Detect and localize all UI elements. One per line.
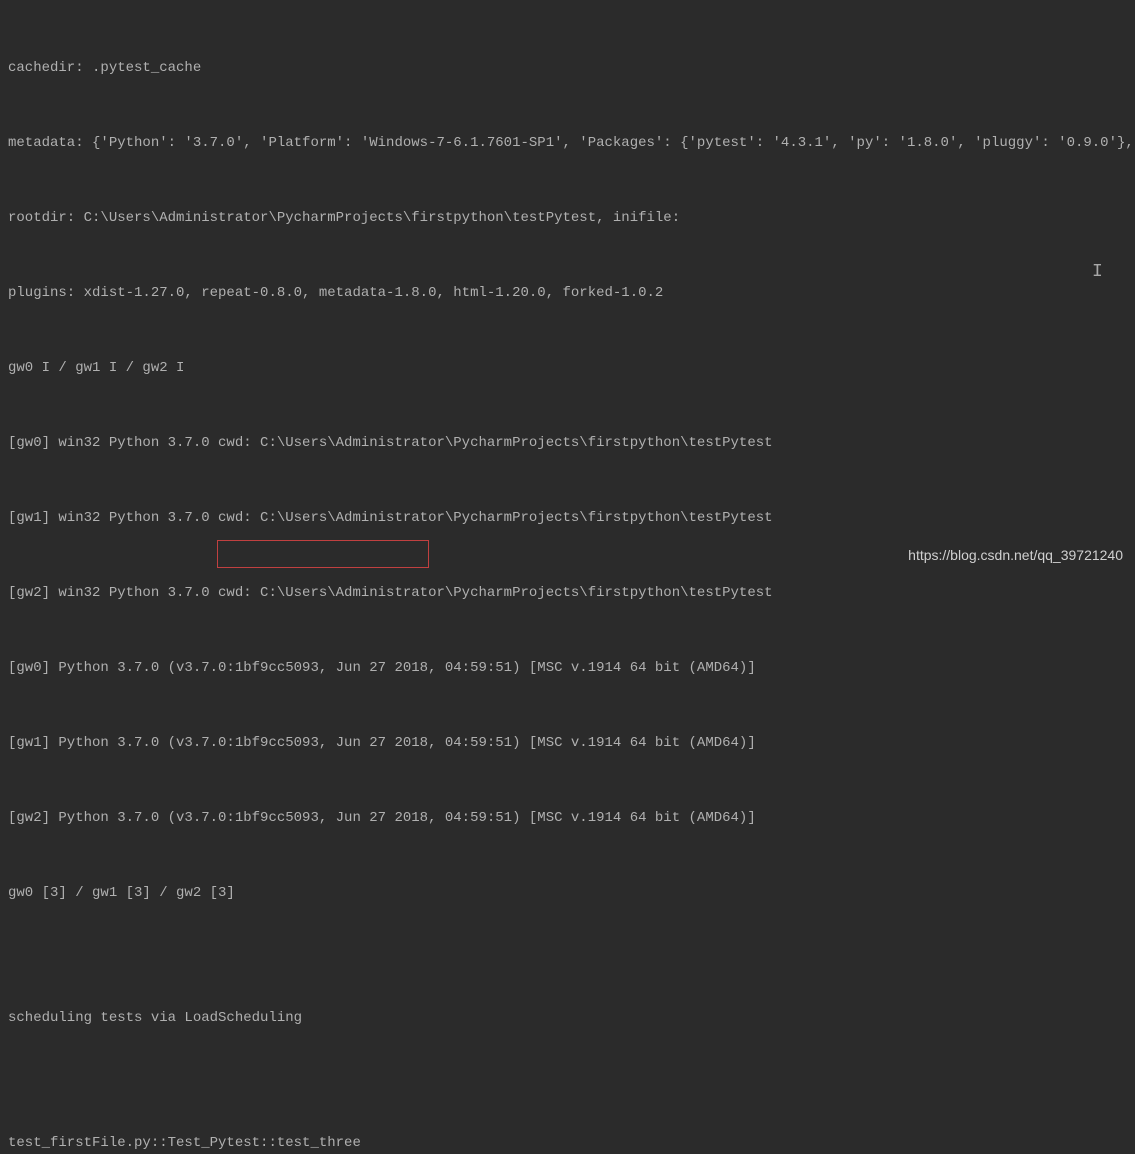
output-line: test_firstFile.py::Test_Pytest::test_thr… [8,1131,1127,1154]
text-cursor-icon: I [1092,262,1103,282]
output-line: scheduling tests via LoadScheduling [8,1006,1127,1031]
output-line: [gw0] win32 Python 3.7.0 cwd: C:\Users\A… [8,431,1127,456]
watermark-text: https://blog.csdn.net/qq_39721240 [908,547,1123,563]
output-line: [gw1] win32 Python 3.7.0 cwd: C:\Users\A… [8,506,1127,531]
output-line: gw0 I / gw1 I / gw2 I [8,356,1127,381]
output-line: [gw2] win32 Python 3.7.0 cwd: C:\Users\A… [8,581,1127,606]
output-line: [gw2] Python 3.7.0 (v3.7.0:1bf9cc5093, J… [8,806,1127,831]
output-line: plugins: xdist-1.27.0, repeat-0.8.0, met… [8,281,1127,306]
output-line: cachedir: .pytest_cache [8,56,1127,81]
output-line: metadata: {'Python': '3.7.0', 'Platform'… [8,131,1127,156]
terminal-output[interactable]: cachedir: .pytest_cache metadata: {'Pyth… [0,0,1135,1154]
output-line: rootdir: C:\Users\Administrator\PycharmP… [8,206,1127,231]
output-line: [gw0] Python 3.7.0 (v3.7.0:1bf9cc5093, J… [8,656,1127,681]
output-line: gw0 [3] / gw1 [3] / gw2 [3] [8,881,1127,906]
output-line: [gw1] Python 3.7.0 (v3.7.0:1bf9cc5093, J… [8,731,1127,756]
